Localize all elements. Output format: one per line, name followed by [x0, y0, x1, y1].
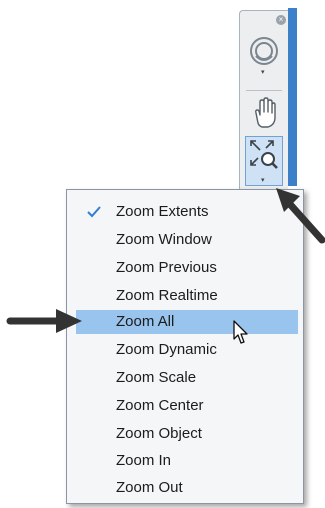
- screenshot-stage: × ▾ ▾ Zoom Extents Zoom Window Zoom Prev…: [0, 0, 325, 508]
- mouse-cursor-icon: [233, 320, 248, 344]
- menu-item-label: Zoom All: [116, 313, 175, 330]
- menu-item-label: Zoom Window: [116, 231, 212, 248]
- menu-item-zoom-object[interactable]: Zoom Object: [76, 422, 298, 446]
- hand-pan-icon: [255, 97, 276, 128]
- zoom-button[interactable]: ▾: [245, 136, 283, 186]
- close-navbar-icon[interactable]: ×: [276, 15, 286, 25]
- checkmark-icon: [87, 206, 101, 218]
- menu-item-label: Zoom Scale: [116, 369, 197, 386]
- menu-item-label: Zoom In: [116, 452, 172, 469]
- viewport-edge: [288, 8, 297, 186]
- pointer-arrow-to-zoom-all: [6, 309, 82, 333]
- menu-item-zoom-scale[interactable]: Zoom Scale: [76, 366, 298, 390]
- menu-item-zoom-out[interactable]: Zoom Out: [76, 476, 298, 500]
- menu-item-zoom-dynamic[interactable]: Zoom Dynamic: [76, 338, 298, 362]
- menu-item-label: Zoom Center: [116, 397, 204, 414]
- menu-item-zoom-in[interactable]: Zoom In: [76, 449, 298, 473]
- pointer-arrow-to-zoom-button: [276, 188, 325, 244]
- menu-item-zoom-all[interactable]: Zoom All: [76, 310, 298, 334]
- menu-item-zoom-realtime[interactable]: Zoom Realtime: [76, 284, 298, 308]
- pan-button[interactable]: [245, 93, 283, 133]
- menu-item-zoom-extents[interactable]: Zoom Extents: [76, 200, 298, 224]
- zoom-dropdown-icon[interactable]: ▾: [261, 177, 265, 184]
- menu-item-zoom-window[interactable]: Zoom Window: [76, 228, 298, 252]
- menu-item-zoom-previous[interactable]: Zoom Previous: [76, 256, 298, 280]
- menu-item-zoom-center[interactable]: Zoom Center: [76, 394, 298, 418]
- menu-item-label: Zoom Out: [116, 479, 183, 496]
- toolbar-divider: [246, 90, 282, 91]
- menu-item-label: Zoom Extents: [116, 203, 209, 220]
- menu-item-label: Zoom Realtime: [116, 287, 218, 304]
- menu-item-label: Zoom Previous: [116, 259, 217, 276]
- steering-wheel-dropdown-icon[interactable]: ▾: [261, 69, 265, 76]
- zoom-flyout-menu: Zoom Extents Zoom Window Zoom Previous Z…: [66, 189, 304, 504]
- menu-item-label: Zoom Dynamic: [116, 341, 217, 358]
- steering-wheel-button[interactable]: ▾: [245, 32, 283, 76]
- menu-item-label: Zoom Object: [116, 425, 202, 442]
- zoom-extents-icon: [250, 140, 278, 169]
